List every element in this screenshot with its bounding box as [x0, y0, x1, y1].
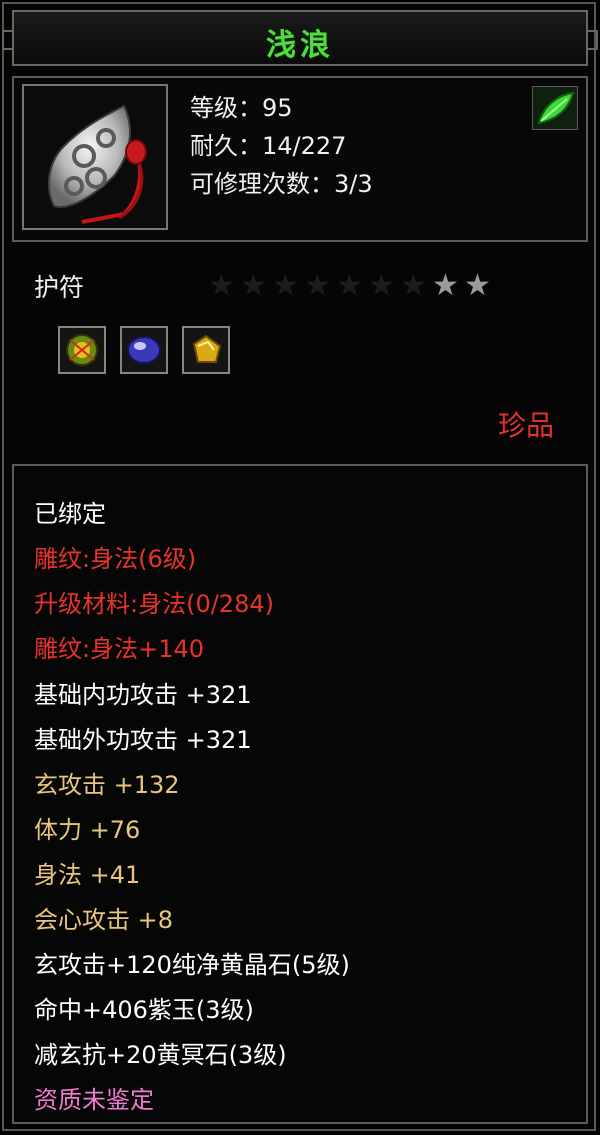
purple-gem-icon[interactable] [120, 326, 168, 374]
star-icon: ★ [336, 268, 369, 303]
golden-gem-icon[interactable] [182, 326, 230, 374]
attribute-line: 玄攻击+120纯净黄晶石(5级) [34, 951, 350, 979]
item-icon-slot[interactable] [22, 84, 168, 230]
durability-line: 耐久：14/227 [190, 132, 347, 160]
star-icon: ★ [240, 268, 273, 303]
star-icon: ★ [304, 268, 337, 303]
star-icon: ★ [368, 268, 401, 303]
level-line: 等级：95 [190, 94, 293, 122]
attribute-line: 升级材料:身法(0/284) [34, 590, 274, 618]
attribute-line: 玄攻击 +132 [34, 771, 180, 799]
attribute-line: 雕纹:身法(6级) [34, 545, 197, 573]
green-leaf-badge-icon [532, 86, 578, 130]
attribute-line: 命中+406紫玉(3级) [34, 996, 254, 1024]
star-rating: ★★★★★★★★★ [208, 268, 496, 303]
rarity-label: 珍品 [497, 409, 554, 442]
attribute-line: 雕纹:身法+140 [34, 635, 205, 663]
attribute-line: 会心攻击 +8 [34, 906, 174, 934]
attribute-line: 基础外功攻击 +321 [34, 726, 252, 754]
attribute-line: 减玄抗+20黄冥石(3级) [34, 1041, 287, 1069]
attribute-line: 资质未鉴定 [34, 1086, 154, 1114]
star-icon: ★ [400, 268, 433, 303]
star-icon: ★ [272, 268, 305, 303]
attribute-line: 已绑定 [34, 500, 106, 528]
attribute-line: 基础内功攻击 +321 [34, 681, 252, 709]
yellow-green-gem-icon[interactable] [58, 326, 106, 374]
item-name: 浅浪 [266, 28, 334, 63]
star-icon: ★ [432, 268, 465, 303]
repair-count-line: 可修理次数：3/3 [190, 170, 373, 198]
amulet-icon [47, 104, 147, 224]
title-bar: 浅浪 [2, 10, 598, 66]
attribute-line: 身法 +41 [34, 861, 141, 889]
star-icon: ★ [464, 268, 497, 303]
item-category: 护符 [34, 273, 85, 302]
attribute-line: 体力 +76 [34, 816, 141, 844]
star-icon: ★ [208, 268, 241, 303]
